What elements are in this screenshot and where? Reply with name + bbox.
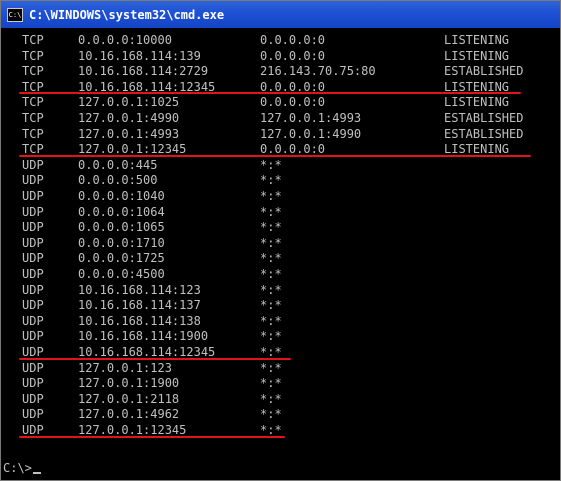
foreign-address-cell: *:* (260, 251, 282, 266)
protocol-cell: UDP (22, 235, 44, 250)
foreign-address-cell: 216.143.70.75:80 (260, 64, 376, 79)
text-cursor (32, 472, 41, 474)
local-address-cell: 0.0.0.0:1040 (78, 189, 165, 203)
foreign-address-cell: *:* (260, 360, 282, 375)
protocol-cell: UDP (22, 189, 44, 203)
local-address-cell: 0.0.0.0:1065 (78, 220, 165, 235)
foreign-address-cell: *:* (260, 329, 282, 344)
local-address-cell: 0.0.0.0:1064 (78, 204, 165, 219)
state-cell: ESTABLISHED (444, 126, 524, 141)
cmd-window: C:\ C:\WINDOWS\system32\cmd.exe C:\> TCP… (0, 0, 561, 481)
protocol-cell: TCP (22, 48, 44, 63)
protocol-cell: TCP (22, 33, 44, 47)
state-cell: LISTENING (444, 48, 510, 63)
foreign-address-cell: *:* (260, 157, 282, 172)
local-address-cell: 10.16.168.114:139 (78, 48, 201, 63)
local-address-cell: 127.0.0.1:4990 (78, 111, 180, 125)
protocol-cell: UDP (22, 407, 44, 422)
protocol-cell: UDP (22, 313, 44, 328)
protocol-cell: UDP (22, 220, 44, 235)
title-bar[interactable]: C:\ C:\WINDOWS\system32\cmd.exe (1, 1, 560, 28)
foreign-address-cell: *:* (260, 220, 282, 235)
protocol-cell: UDP (22, 173, 44, 188)
state-cell: LISTENING (444, 95, 510, 110)
local-address-cell: 127.0.0.1:1025 (78, 95, 180, 110)
foreign-address-cell: *:* (260, 376, 282, 391)
local-address-cell: 127.0.0.1:4993 (78, 126, 180, 141)
protocol-cell: UDP (22, 298, 44, 313)
console-output[interactable]: C:\> TCP 0.0.0.0:10000 0.0.0.0:0 LISTENING T… (1, 28, 560, 480)
local-address-cell: 10.16.168.114:138 (78, 313, 201, 328)
foreign-address-cell: *:* (260, 267, 282, 281)
local-address-cell: 0.0.0.0:500 (78, 173, 158, 188)
window-title: C:\WINDOWS\system32\cmd.exe (29, 7, 225, 22)
foreign-address-cell: 0.0.0.0:0 (260, 33, 326, 47)
cmd-app-icon: C:\ (7, 7, 23, 22)
protocol-cell: UDP (22, 282, 44, 297)
local-address-cell: 127.0.0.1:4962 (78, 407, 180, 422)
foreign-address-cell: 127.0.0.1:4993 (260, 111, 362, 125)
local-address-cell: 10.16.168.114:1900 (78, 329, 209, 344)
local-address-cell: 127.0.0.1:2118 (78, 391, 180, 406)
foreign-address-cell: *:* (260, 204, 282, 219)
state-cell: LISTENING (444, 33, 510, 47)
local-address-cell: 0.0.0.0:1725 (78, 251, 165, 266)
protocol-cell: TCP (22, 95, 44, 110)
foreign-address-cell: *:* (260, 298, 282, 313)
protocol-cell: UDP (22, 267, 44, 281)
state-cell: ESTABLISHED (444, 64, 524, 79)
state-cell: ESTABLISHED (444, 111, 524, 125)
protocol-cell: TCP (22, 126, 44, 141)
protocol-cell: UDP (22, 329, 44, 344)
protocol-cell: UDP (22, 376, 44, 391)
protocol-cell: UDP (22, 391, 44, 406)
foreign-address-cell: *:* (260, 407, 282, 422)
protocol-cell: TCP (22, 111, 44, 125)
protocol-cell: TCP (22, 64, 44, 79)
command-prompt[interactable]: C:\> (3, 461, 41, 476)
local-address-cell: 0.0.0.0:10000 (78, 33, 172, 47)
foreign-address-cell: *:* (260, 235, 282, 250)
annotation-underline (19, 154, 531, 157)
protocol-cell: UDP (22, 204, 44, 219)
local-address-cell: 0.0.0.0:445 (78, 157, 158, 172)
local-address-cell: 0.0.0.0:4500 (78, 267, 165, 281)
foreign-address-cell: 0.0.0.0:0 (260, 95, 326, 110)
annotation-underline (19, 435, 285, 438)
local-address-cell: 0.0.0.0:1710 (78, 235, 165, 250)
foreign-address-cell: 127.0.0.1:4990 (260, 126, 362, 141)
foreign-address-cell: 0.0.0.0:0 (260, 48, 326, 63)
foreign-address-cell: *:* (260, 391, 282, 406)
annotation-underline (19, 357, 291, 360)
local-address-cell: 10.16.168.114:2729 (78, 64, 209, 79)
local-address-cell: 10.16.168.114:137 (78, 298, 201, 313)
foreign-address-cell: *:* (260, 313, 282, 328)
local-address-cell: 10.16.168.114:123 (78, 282, 201, 297)
local-address-cell: 127.0.0.1:1900 (78, 376, 180, 391)
prompt-text: C:\> (3, 461, 32, 475)
protocol-cell: UDP (22, 251, 44, 266)
foreign-address-cell: *:* (260, 282, 282, 297)
local-address-cell: 127.0.0.1:123 (78, 360, 172, 375)
foreign-address-cell: *:* (260, 189, 282, 203)
protocol-cell: UDP (22, 360, 44, 375)
foreign-address-cell: *:* (260, 173, 282, 188)
protocol-cell: UDP (22, 157, 44, 172)
